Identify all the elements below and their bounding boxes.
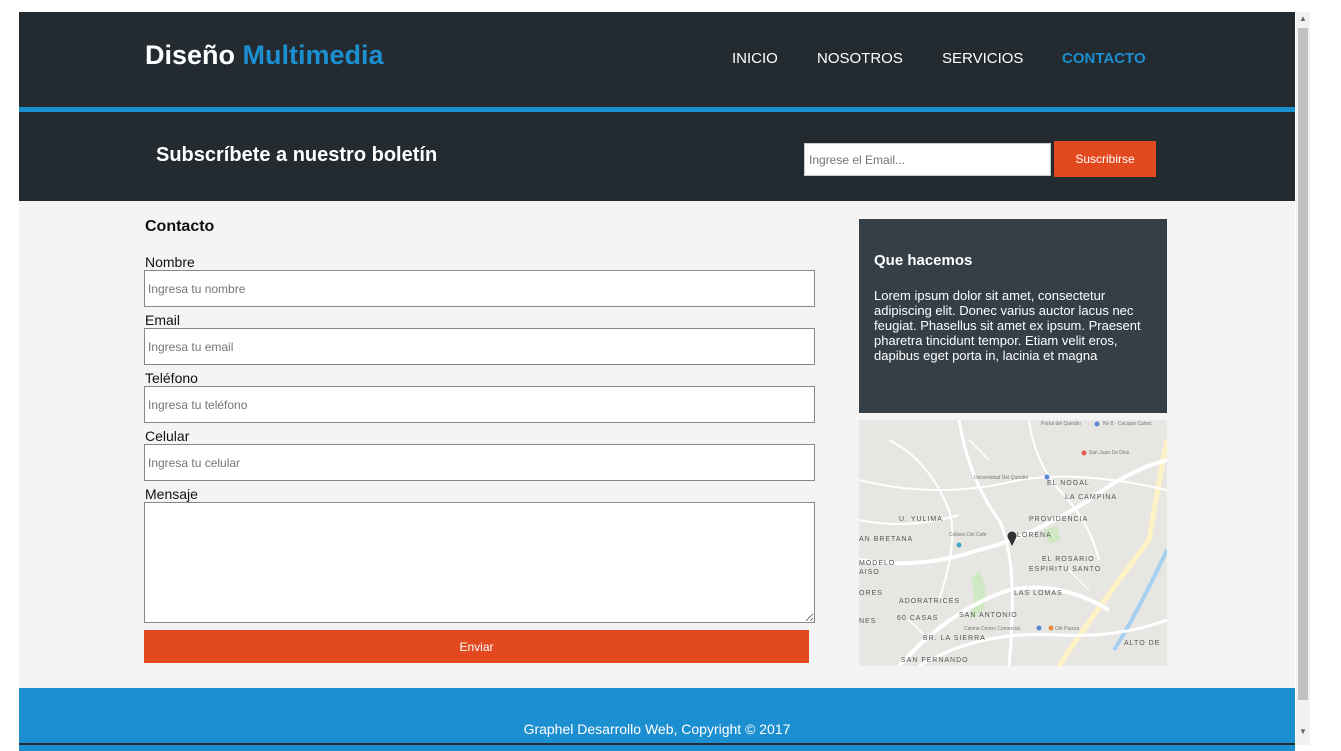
map-poi: Olé Piazza [1055, 626, 1080, 632]
map-label: ORES [859, 590, 883, 597]
map-label: AN BRETANA [859, 536, 914, 543]
email-label: Email [145, 312, 181, 328]
brand-accent: Multimedia [242, 40, 384, 70]
map-poi: San Juan De Dios [1089, 450, 1130, 456]
map-label: LAS LOMAS [1014, 590, 1063, 597]
side-title: Que hacemos [874, 252, 973, 269]
map-poi: Portal del Quindío [1041, 421, 1082, 427]
site-header: Diseño Multimedia INICIO NOSOTROS SERVIC… [19, 12, 1295, 107]
nav-nosotros[interactable]: NOSOTROS [817, 50, 903, 67]
brand-logo[interactable]: Diseño Multimedia [145, 40, 384, 71]
map-poi: Calima Centro Comercial [964, 626, 1020, 632]
contact-title: Contacto [145, 218, 215, 235]
map-label: ESPIRITU SANTO [1029, 566, 1102, 573]
subscribe-button[interactable]: Suscribirse [1054, 141, 1156, 177]
map-label: SAN ANTONIO [959, 612, 1018, 619]
page: Diseño Multimedia INICIO NOSOTROS SERVIC… [19, 12, 1295, 751]
nav-servicios[interactable]: SERVICIOS [942, 50, 1023, 67]
map-label: LORENA [1017, 532, 1052, 539]
location-map[interactable]: EL NOGAL LA CAMPINA PROVIDENCIA U. YULIM… [859, 420, 1167, 666]
map-poi: Coliseo Del Café [949, 532, 987, 538]
brand-primary: Diseño [145, 40, 236, 70]
what-we-do-box: Que hacemos Lorem ipsum dolor sit amet, … [859, 219, 1167, 413]
map-label: AISO [859, 569, 880, 576]
scroll-up-icon[interactable]: ▲ [1297, 14, 1309, 26]
newsletter-email-input[interactable] [804, 143, 1051, 176]
map-poi: Universidad Del Quindío [974, 475, 1029, 481]
map-label: EL ROSARIO [1042, 556, 1095, 563]
map-label: SAN FERNANDO [901, 657, 969, 664]
map-label: MODELO [859, 560, 896, 567]
mobile-label: Celular [145, 428, 190, 444]
phone-field[interactable] [144, 386, 815, 423]
newsletter-title: Subscríbete a nuestro boletín [156, 144, 438, 166]
footer-copyright: Graphel Desarrollo Web, Copyright © 2017 [523, 721, 791, 737]
nav-contacto[interactable]: CONTACTO [1062, 50, 1146, 67]
send-button[interactable]: Enviar [144, 630, 809, 663]
map-label: EL NOGAL [1047, 480, 1090, 487]
map-label: BR. LA SIERRA [923, 635, 986, 642]
message-field[interactable] [144, 502, 815, 623]
newsletter-banner: Subscríbete a nuestro boletín Suscribirs… [19, 112, 1295, 201]
message-label: Mensaje [145, 486, 198, 502]
map-label: 60 CASAS [897, 615, 939, 622]
mobile-field[interactable] [144, 444, 815, 481]
bottom-edge [19, 743, 1295, 745]
scroll-down-icon[interactable]: ▼ [1297, 727, 1309, 739]
map-poi: Nv 8 - Cacique Calarc [1103, 421, 1152, 427]
side-text: Lorem ipsum dolor sit amet, consectetur … [874, 288, 1141, 363]
nav-inicio[interactable]: INICIO [732, 50, 778, 67]
email-field[interactable] [144, 328, 815, 365]
name-label: Nombre [145, 254, 195, 270]
site-footer: Graphel Desarrollo Web, Copyright © 2017 [19, 688, 1295, 751]
name-field[interactable] [144, 270, 815, 307]
map-label: ALTO DE [1124, 640, 1161, 647]
phone-label: Teléfono [145, 370, 198, 386]
map-label: ADORATRICES [899, 598, 961, 605]
map-label: U. YULIMA [899, 516, 943, 523]
scrollbar-thumb[interactable] [1298, 28, 1308, 700]
map-label: PROVIDENCIA [1029, 516, 1089, 523]
map-label: LA CAMPINA [1065, 494, 1118, 501]
map-label: NES [859, 618, 877, 625]
